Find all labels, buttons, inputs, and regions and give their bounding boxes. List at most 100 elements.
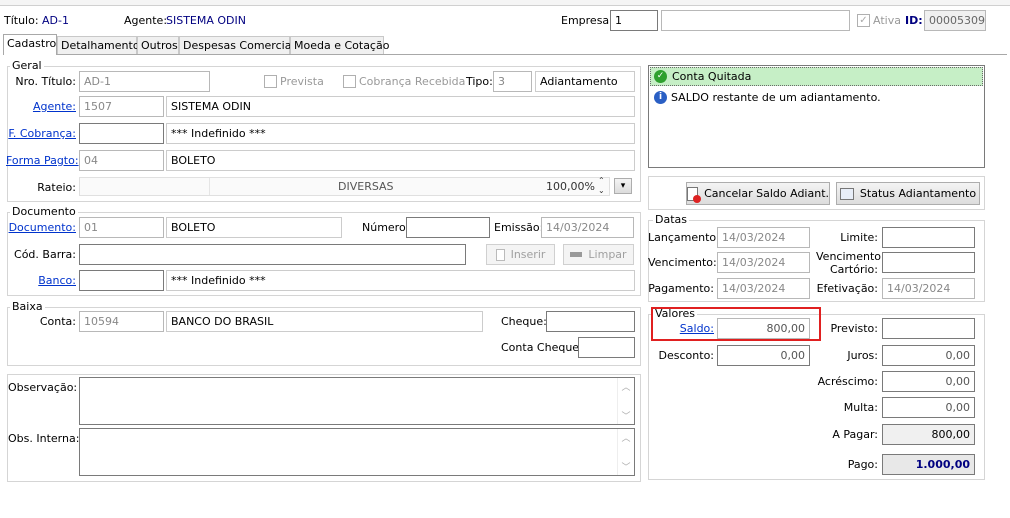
cheque-field[interactable] (546, 311, 635, 332)
rateio-divider (209, 178, 210, 195)
tab-moeda-cotacao[interactable]: Moeda e Cotação (290, 36, 389, 54)
acrescimo-field[interactable]: 0,00 (882, 371, 975, 392)
conta-cheque-field[interactable] (578, 337, 635, 358)
ativa-label: Ativa (873, 14, 901, 27)
a-pagar-field: 800,00 (882, 424, 975, 445)
document-icon (495, 248, 505, 261)
previsto-label: Previsto: (830, 322, 878, 335)
banco-name-field: *** Indefinido *** (166, 270, 635, 291)
titulo-label: Título: (4, 14, 39, 27)
header-agente-value: SISTEMA ODIN (166, 14, 246, 27)
agente-name-field: SISTEMA ODIN (166, 96, 635, 117)
rateio-field: DIVERSAS 100,00% ⌃ ⌄ (79, 176, 610, 196)
cheque-label: Cheque: (501, 315, 547, 328)
observacao-textarea[interactable]: ︿ ﹀ (79, 377, 635, 425)
conta-label: Conta: (39, 315, 76, 328)
juros-field[interactable]: 0,00 (882, 345, 975, 366)
limite-field[interactable] (882, 227, 975, 248)
observacao-label: Observação: (8, 381, 78, 394)
empresa-field[interactable]: 1 (610, 10, 658, 31)
inserir-label: Inserir (510, 248, 546, 261)
vencimento-label: Vencimento: (648, 256, 717, 269)
observacao-scrollbar[interactable]: ︿ ﹀ (617, 378, 634, 424)
vencimento-field[interactable]: 14/03/2024 (717, 252, 810, 273)
geral-title: Geral (10, 59, 44, 72)
check-circle-icon: ✓ (654, 70, 667, 83)
banco-link[interactable]: Banco: (6, 274, 76, 288)
status-adiantamento-label: Status Adiantamento (859, 187, 977, 200)
tab-strip-line (3, 54, 1007, 55)
tipo-code-field[interactable]: 3 (493, 71, 532, 92)
lancamento-field[interactable]: 14/03/2024 (717, 227, 810, 248)
tab-cadastro[interactable]: Cadastro (3, 34, 57, 55)
prevista-checkbox[interactable] (264, 75, 277, 88)
a-pagar-label: A Pagar: (832, 428, 878, 441)
nro-titulo-field[interactable]: AD-1 (79, 71, 210, 92)
conta-cheque-label: Conta Cheque: (501, 341, 583, 354)
tab-detalhamento[interactable]: Detalhamento (57, 36, 140, 54)
venc-cartorio-label-2: Cartório: (829, 263, 878, 276)
info-icon: i (654, 91, 667, 104)
rateio-dropdown-button[interactable]: ▾ (614, 178, 632, 194)
cancel-document-icon (687, 186, 702, 203)
efetivacao-field[interactable]: 14/03/2024 (882, 278, 975, 299)
forma-pagto-code-field[interactable]: 04 (79, 150, 164, 171)
conta-quitada-text: Conta Quitada (672, 70, 752, 83)
tab-despesas-comerciais[interactable]: Despesas Comerciais (179, 36, 300, 54)
inserir-button[interactable]: Inserir (486, 244, 555, 265)
multa-field[interactable]: 0,00 (882, 397, 975, 418)
venc-cartorio-label-1: Vencimento (816, 250, 882, 263)
cobranca-recebida-checkbox[interactable] (343, 75, 356, 88)
cancelar-saldo-label: Cancelar Saldo Adiant. (704, 187, 829, 200)
emissao-label: Emissão: (494, 221, 544, 234)
status-list: ✓ Conta Quitada i SALDO restante de um a… (648, 65, 985, 168)
tipo-name-field: Adiantamento (535, 71, 635, 92)
obs-interna-label: Obs. Interna: (8, 432, 80, 445)
limite-label: Limite: (840, 231, 878, 244)
ativa-checkbox[interactable]: ✓ (857, 14, 870, 27)
status-adiantamento-button[interactable]: Status Adiantamento (836, 182, 980, 205)
limpar-button[interactable]: Limpar (563, 244, 634, 265)
pago-label: Pago: (847, 458, 878, 471)
cod-barra-field[interactable] (79, 244, 466, 265)
desconto-field[interactable]: 0,00 (717, 345, 810, 366)
f-cobranca-code-field[interactable] (79, 123, 164, 144)
venc-cartorio-field[interactable] (882, 252, 975, 273)
previsto-field[interactable] (882, 318, 975, 339)
cancelar-saldo-button[interactable]: Cancelar Saldo Adiant. (686, 182, 830, 205)
obs-interna-textarea[interactable]: ︿ ﹀ (79, 428, 635, 476)
documento-link[interactable]: Documento: (6, 221, 76, 235)
saldo-link[interactable]: Saldo: (648, 322, 714, 336)
nro-titulo-label: Nro. Título: (15, 75, 76, 88)
forma-pagto-link[interactable]: Forma Pagto: (6, 154, 79, 168)
rateio-spinner-icon[interactable]: ⌃ ⌄ (598, 176, 605, 196)
eraser-icon (570, 252, 583, 257)
banco-code-field[interactable] (79, 270, 164, 291)
numero-field[interactable] (406, 217, 490, 238)
conta-name-field: BANCO DO BRASIL (166, 311, 483, 332)
agente-link[interactable]: Agente: (10, 100, 76, 114)
saldo-field[interactable]: 800,00 (717, 318, 810, 339)
saldo-info-row: i SALDO restante de um adiantamento. (650, 88, 983, 107)
limpar-label: Limpar (588, 248, 627, 261)
pagamento-field[interactable]: 14/03/2024 (717, 278, 810, 299)
cod-barra-label: Cód. Barra: (14, 248, 76, 261)
saldo-info-text: SALDO restante de um adiantamento. (671, 91, 881, 104)
numero-label: Número: (362, 221, 410, 234)
tab-outros[interactable]: Outros (137, 36, 179, 54)
id-label: ID: (905, 14, 923, 27)
documento-title: Documento (10, 205, 78, 218)
empresa-name-field (661, 10, 850, 31)
conta-code-field[interactable]: 10594 (79, 311, 164, 332)
status-report-icon (839, 187, 854, 200)
documento-name-field: BOLETO (166, 217, 342, 238)
agente-code-field[interactable]: 1507 (79, 96, 164, 117)
datas-title: Datas (653, 213, 689, 226)
baixa-title: Baixa (10, 300, 45, 313)
documento-code-field[interactable]: 01 (79, 217, 164, 238)
emissao-field[interactable]: 14/03/2024 (541, 217, 634, 238)
obs-interna-scrollbar[interactable]: ︿ ﹀ (617, 429, 634, 475)
header-agente-label: Agente: (124, 14, 168, 27)
f-cobranca-link[interactable]: F. Cobrança: (6, 127, 76, 141)
efetivacao-label: Efetivação: (816, 282, 878, 295)
